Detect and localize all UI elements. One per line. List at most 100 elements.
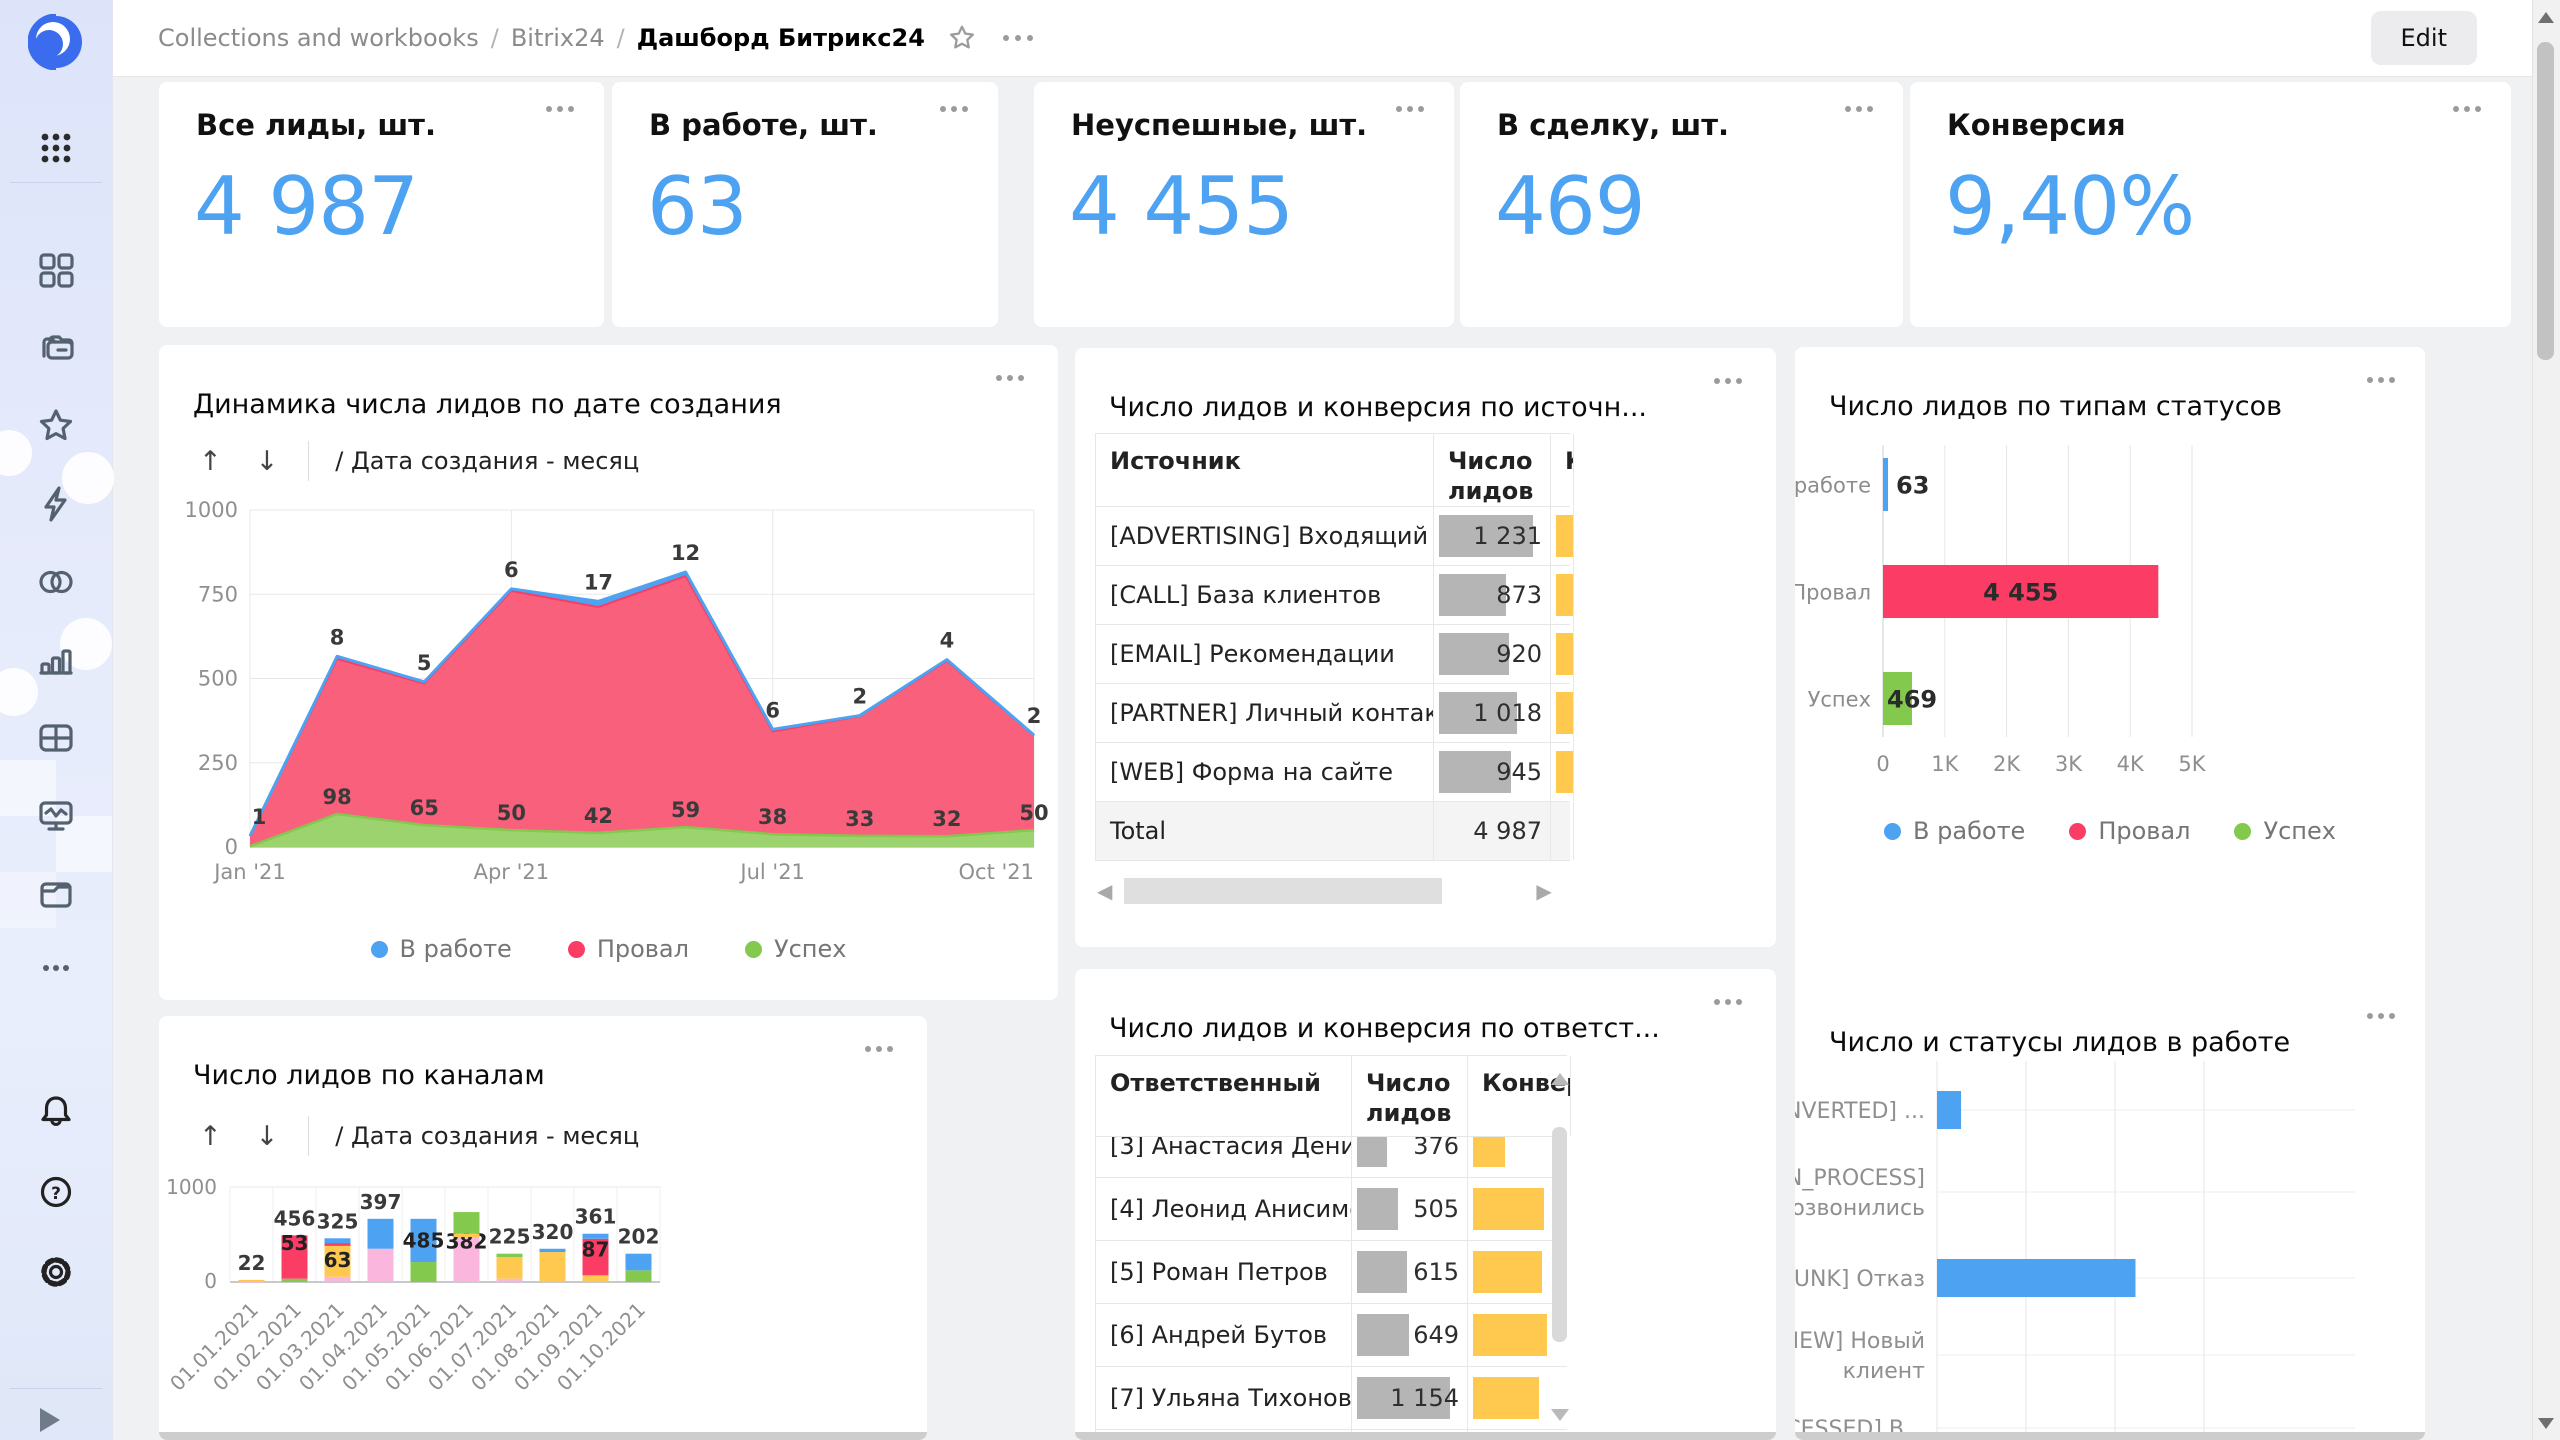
- column-header[interactable]: Конверсия: [1551, 434, 1574, 506]
- bar-segment[interactable]: [411, 1262, 437, 1282]
- favorites-icon[interactable]: [36, 406, 76, 446]
- sort-field-label[interactable]: / Дата создания - месяц: [335, 447, 639, 475]
- edit-button[interactable]: Edit: [2371, 11, 2477, 65]
- legend-item[interactable]: В работе: [1884, 817, 2025, 845]
- table-row[interactable]: [5] Роман Петров615: [1095, 1241, 1567, 1304]
- bar-segment[interactable]: [454, 1212, 480, 1234]
- charts-icon[interactable]: [36, 640, 76, 680]
- scroll-right-icon[interactable]: ▶: [1536, 881, 1551, 901]
- stacked-bar-canvas[interactable]: 100002201.01.20215345601.02.20216332501.…: [159, 1171, 927, 1433]
- scroll-down-icon[interactable]: [1551, 1409, 1569, 1421]
- apps-grid-icon[interactable]: [36, 128, 76, 168]
- bar-segment[interactable]: [583, 1234, 609, 1239]
- scroll-left-icon[interactable]: ◀: [1097, 881, 1112, 901]
- widget-menu-icon[interactable]: [546, 106, 574, 112]
- widget-menu-icon[interactable]: [996, 375, 1024, 381]
- widget-menu-icon[interactable]: [940, 106, 968, 112]
- storage-icon[interactable]: [36, 874, 76, 914]
- tables-icon[interactable]: [36, 718, 76, 758]
- connections-icon[interactable]: [36, 562, 76, 602]
- bar[interactable]: [1937, 1091, 1961, 1129]
- bell-icon[interactable]: [36, 1092, 76, 1132]
- sort-desc-icon[interactable]: ↓: [256, 1121, 279, 1152]
- bar-segment[interactable]: [497, 1279, 523, 1282]
- horizontal-scrollbar[interactable]: [1075, 1432, 1776, 1440]
- table-row[interactable]: [PARTNER] Личный контакт1 018: [1095, 684, 1570, 743]
- widget-menu-icon[interactable]: [2453, 106, 2481, 112]
- bar-segment[interactable]: [626, 1254, 652, 1271]
- table-row[interactable]: [ADVERTISING] Входящий звонок1 231: [1095, 507, 1570, 566]
- bar-segment[interactable]: [497, 1257, 523, 1279]
- bar-segment[interactable]: [540, 1252, 566, 1282]
- legend-item[interactable]: Провал: [568, 935, 689, 963]
- bar-segment[interactable]: [583, 1275, 609, 1282]
- table-row[interactable]: [6] Андрей Бутов649: [1095, 1304, 1567, 1367]
- widget-menu-icon[interactable]: [865, 1046, 893, 1052]
- column-header[interactable]: Число лидов: [1434, 434, 1551, 506]
- legend-item[interactable]: В работе: [371, 935, 512, 963]
- bar[interactable]: [1883, 458, 1888, 511]
- sort-asc-icon[interactable]: ↑: [199, 446, 222, 477]
- dashboards-icon[interactable]: [36, 250, 76, 290]
- bar-segment[interactable]: [325, 1243, 351, 1246]
- page-scrollbar-thumb[interactable]: [2537, 42, 2554, 360]
- bar-segment[interactable]: [497, 1254, 523, 1257]
- header-more-icon[interactable]: [1003, 35, 1033, 41]
- table-row[interactable]: [7] Ульяна Тихонова1 154: [1095, 1367, 1567, 1430]
- horizontal-scrollbar[interactable]: ◀ ▶: [1097, 878, 1557, 904]
- widget-menu-icon[interactable]: [1845, 106, 1873, 112]
- legend-item[interactable]: Успех: [745, 935, 846, 963]
- table-row[interactable]: [WEB] Форма на сайте945: [1095, 743, 1570, 802]
- widget-menu-icon[interactable]: [2367, 1013, 2395, 1019]
- column-header[interactable]: Число лидов: [1352, 1056, 1468, 1136]
- scroll-up-icon[interactable]: [2538, 12, 2554, 23]
- datalens-logo[interactable]: [28, 14, 84, 70]
- bar-segment[interactable]: [239, 1280, 265, 1282]
- bar-segment[interactable]: [325, 1277, 351, 1282]
- page-scrollbar[interactable]: [2532, 0, 2560, 1440]
- more-icon[interactable]: [36, 948, 76, 988]
- area-chart-canvas[interactable]: 0250500750100098655042593833325018561712…: [159, 495, 1058, 885]
- scrollbar-thumb[interactable]: [1124, 878, 1442, 904]
- monitoring-icon[interactable]: [36, 796, 76, 836]
- vertical-scrollbar-thumb[interactable]: [1552, 1127, 1567, 1342]
- column-header[interactable]: Ответственный: [1095, 1056, 1352, 1136]
- bar-segment[interactable]: [325, 1238, 351, 1243]
- table-row[interactable]: [EMAIL] Рекомендации920: [1095, 625, 1570, 684]
- expand-icon[interactable]: [30, 1400, 70, 1440]
- sort-asc-icon[interactable]: ↑: [199, 1121, 222, 1152]
- bar-segment[interactable]: [540, 1249, 566, 1252]
- sort-field-label[interactable]: / Дата создания - месяц: [335, 1122, 639, 1150]
- bar-segment[interactable]: [368, 1249, 394, 1282]
- table-row[interactable]: [3] Анастасия Денисова376: [1095, 1137, 1567, 1178]
- help-icon[interactable]: ?: [36, 1172, 76, 1212]
- legend-item[interactable]: Провал: [2069, 817, 2190, 845]
- horizontal-scrollbar[interactable]: [1795, 1432, 2425, 1440]
- sort-desc-icon[interactable]: ↓: [256, 446, 279, 477]
- widget-menu-icon[interactable]: [2367, 377, 2395, 383]
- collections-icon[interactable]: [36, 328, 76, 368]
- column-header[interactable]: Источник: [1095, 434, 1434, 506]
- bar-chart-canvas[interactable]: [CONVERTED] ...[IN_PROCESS]Дозвонились[J…: [1795, 1061, 2425, 1432]
- breadcrumb-workbook[interactable]: Bitrix24: [511, 24, 605, 52]
- widget-menu-icon[interactable]: [1714, 999, 1742, 1005]
- widget-menu-icon[interactable]: [1714, 378, 1742, 384]
- bar-chart-canvas[interactable]: 01K2K3K4K5KВ работе63Провал4 455Успех469: [1795, 437, 2425, 787]
- bar-segment[interactable]: [626, 1270, 652, 1282]
- column-header[interactable]: Конверсия: [1468, 1056, 1571, 1136]
- scroll-up-icon[interactable]: [1551, 1073, 1569, 1085]
- table-row[interactable]: [4] Леонид Анисимов505: [1095, 1178, 1567, 1241]
- bar-segment[interactable]: [454, 1234, 480, 1237]
- gear-icon[interactable]: [36, 1252, 76, 1292]
- horizontal-scrollbar[interactable]: [159, 1432, 927, 1440]
- bar-segment[interactable]: [282, 1279, 308, 1282]
- queries-icon[interactable]: [36, 484, 76, 524]
- breadcrumb-collections[interactable]: Collections and workbooks: [158, 24, 479, 52]
- bar[interactable]: [1937, 1259, 2135, 1297]
- favorite-star-icon[interactable]: [947, 23, 977, 53]
- scroll-down-icon[interactable]: [2538, 1418, 2554, 1429]
- legend-item[interactable]: Успех: [2234, 817, 2335, 845]
- widget-menu-icon[interactable]: [1396, 106, 1424, 112]
- bar-segment[interactable]: [368, 1219, 394, 1249]
- table-row[interactable]: [CALL] База клиентов873: [1095, 566, 1570, 625]
